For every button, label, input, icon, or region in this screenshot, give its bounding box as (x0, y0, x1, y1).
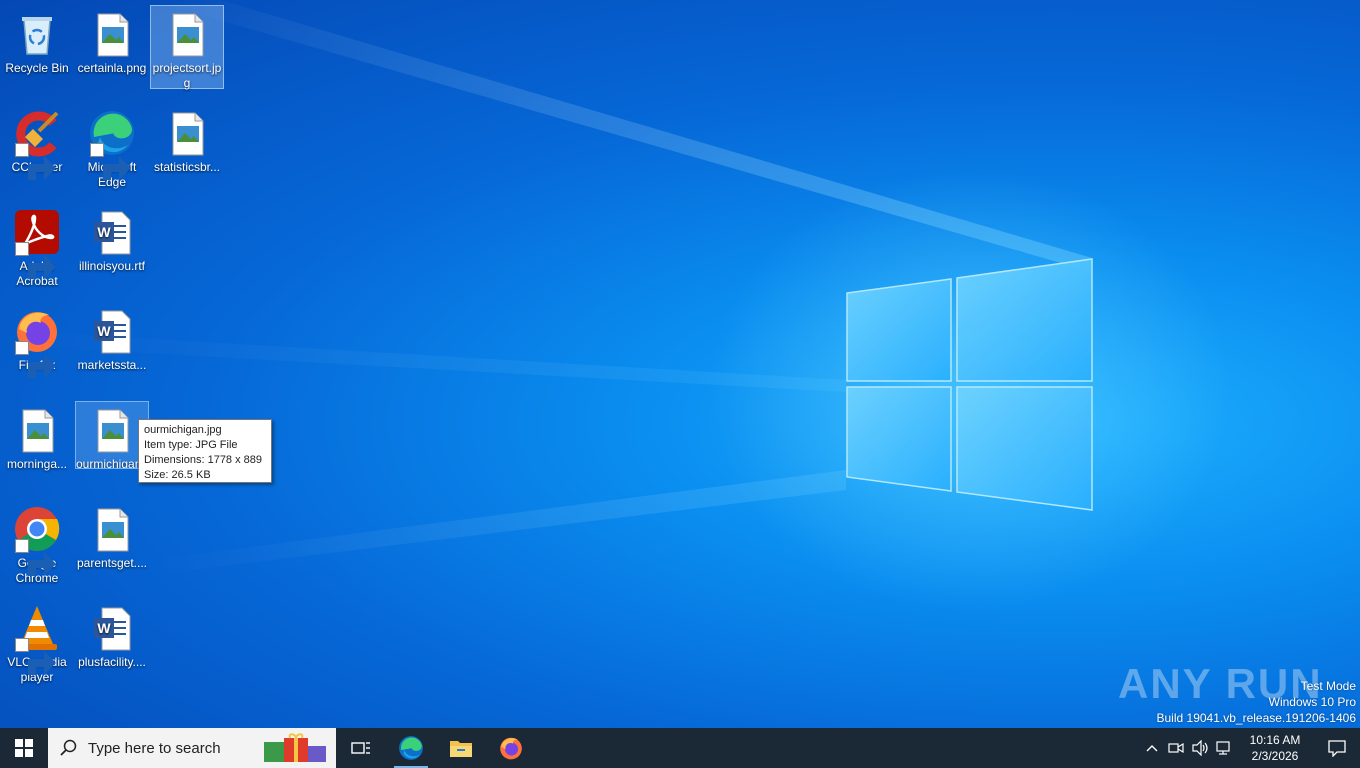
svg-text:W: W (97, 620, 111, 636)
word-doc-icon: W (88, 307, 136, 355)
shortcut-arrow-icon (15, 341, 56, 378)
desktop-icon-label: parentsget.... (76, 556, 148, 570)
firefox-icon (13, 307, 61, 378)
image-file-icon (88, 10, 136, 58)
taskbar-file-explorer-button[interactable] (436, 728, 486, 768)
action-center-button[interactable] (1314, 728, 1360, 768)
watermark-line-3: Build 19041.vb_release.191206-1406 (1156, 711, 1357, 725)
desktop-icon-microsoft-edge[interactable]: Microsoft Edge (75, 104, 149, 191)
desktop-icon-label: morninga... (6, 457, 68, 471)
desktop-icon-google-chrome[interactable]: Google Chrome (0, 500, 74, 587)
taskbar-clock[interactable]: 10:16 AM 2/3/2026 (1236, 732, 1314, 764)
watermark-line-2: Windows 10 Pro (1268, 695, 1356, 709)
image-file-icon (13, 406, 61, 454)
tooltip-item-type: Item type: JPG File (144, 439, 238, 451)
edge-icon (88, 109, 136, 180)
folder-icon (450, 741, 472, 757)
tooltip-size: Size: 26.5 KB (144, 469, 211, 481)
ccleaner-icon (13, 109, 61, 180)
desktop-icon-illinoisyou[interactable]: W illinoisyou.rtf (75, 203, 149, 275)
edge-icon (399, 736, 423, 760)
firefox-icon (500, 737, 522, 760)
recycle-bin-icon (13, 10, 61, 58)
volume-button[interactable] (1188, 728, 1212, 768)
desktop-icon-ccleaner[interactable]: CCleaner (0, 104, 74, 180)
word-doc-icon: W (88, 208, 136, 256)
show-hidden-icons-button[interactable] (1140, 728, 1164, 768)
desktop-icon-parentsget[interactable]: parentsget.... (75, 500, 149, 572)
desktop-icon-label: certainla.png (77, 61, 147, 75)
desktop-icon-label: projectsort.jpg (152, 61, 222, 90)
taskbar: Type here to search 10:16 AM 2/3/2026 (0, 728, 1360, 768)
taskbar-search-box[interactable]: Type here to search (48, 728, 336, 768)
vlc-icon (13, 604, 61, 675)
shortcut-arrow-icon (90, 143, 131, 180)
taskbar-edge-button[interactable] (386, 728, 436, 768)
shortcut-arrow-icon (15, 638, 56, 675)
desktop-icon-label: marketssta... (77, 358, 147, 372)
chrome-icon (13, 505, 61, 576)
search-icon (60, 739, 77, 756)
desktop-icon-adobe-acrobat[interactable]: Adobe Acrobat (0, 203, 74, 290)
word-doc-icon: W (88, 604, 136, 652)
tooltip-filename: ourmichigan.jpg (144, 424, 222, 436)
desktop-icon-certainla[interactable]: certainla.png (75, 5, 149, 77)
desktop-icon-label: illinoisyou.rtf (78, 259, 146, 273)
search-placeholder: Type here to search (88, 739, 221, 757)
network-icon (1216, 741, 1230, 755)
image-file-icon (163, 109, 211, 157)
desktop-icon-statisticsbr[interactable]: statisticsbr... (150, 104, 224, 176)
desktop-icon-firefox[interactable]: Firefox (0, 302, 74, 378)
windows-start-icon (15, 739, 33, 757)
desktop-icon-label: statisticsbr... (153, 160, 221, 174)
search-highlight-gifts-icon (264, 733, 326, 762)
desktop-icon-label: Recycle Bin (5, 61, 69, 75)
acrobat-icon (13, 208, 61, 279)
desktop-icon-recycle-bin[interactable]: Recycle Bin (0, 5, 74, 77)
image-file-icon (163, 10, 211, 58)
start-button[interactable] (0, 728, 48, 768)
watermark-line-1: Test Mode (1300, 679, 1356, 693)
file-info-tooltip: ourmichigan.jpg Item type: JPG File Dime… (138, 419, 272, 483)
clock-time: 10:16 AM (1249, 733, 1301, 747)
desktop-icon-projectsort[interactable]: projectsort.jpg (150, 5, 224, 90)
shortcut-arrow-icon (15, 143, 56, 180)
desktop-icon-morninga[interactable]: morninga... (0, 401, 74, 473)
desktop-icon-label: plusfacility.... (78, 655, 146, 669)
image-file-icon (88, 406, 136, 454)
desktop-icon-marketssta[interactable]: W marketssta... (75, 302, 149, 374)
tooltip-dimensions: Dimensions: 1778 x 889 (144, 454, 263, 466)
taskbar-firefox-button[interactable] (486, 728, 536, 768)
task-view-button[interactable] (336, 728, 386, 768)
system-tray: 10:16 AM 2/3/2026 (1140, 728, 1360, 768)
shortcut-arrow-icon (15, 242, 56, 279)
notification-icon (1328, 740, 1346, 757)
desktop-icon-plusfacility[interactable]: W plusfacility.... (75, 599, 149, 671)
meet-now-button[interactable] (1164, 728, 1188, 768)
svg-text:W: W (97, 323, 111, 339)
shortcut-arrow-icon (15, 539, 56, 576)
task-view-icon (351, 742, 370, 754)
desktop-icon-vlc[interactable]: VLC media player (0, 599, 74, 686)
camera-icon (1168, 742, 1184, 754)
test-mode-watermark: Test Mode Windows 10 Pro Build 19041.vb_… (1157, 678, 1357, 726)
clock-date: 2/3/2026 (1251, 749, 1299, 763)
image-file-icon (88, 505, 136, 553)
svg-text:W: W (97, 224, 111, 240)
network-button[interactable] (1212, 728, 1236, 768)
speaker-icon (1192, 740, 1208, 756)
chevron-up-icon (1146, 745, 1158, 752)
